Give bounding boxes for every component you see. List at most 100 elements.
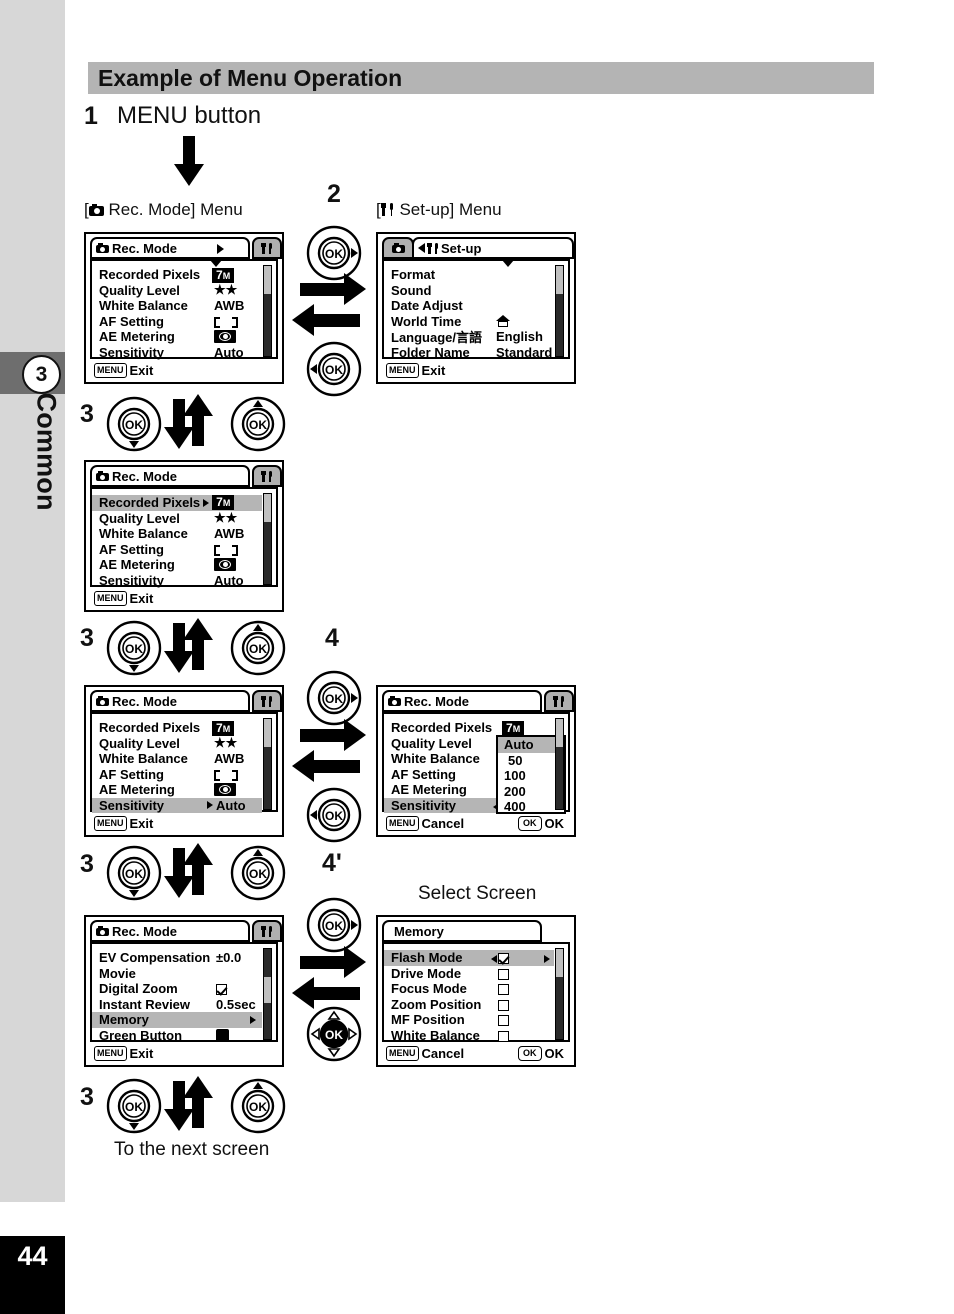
tab-setup[interactable]: Set-up: [412, 237, 574, 259]
tab-rec-mode[interactable]: Rec. Mode: [90, 920, 250, 942]
controller-up-2[interactable]: OK: [230, 620, 286, 681]
menu-row[interactable]: Quality Level ★★: [92, 510, 276, 527]
menu-row[interactable]: Focus Mode: [384, 981, 568, 997]
camera-icon: [96, 243, 109, 253]
menu-row[interactable]: AF Setting: [92, 767, 276, 783]
menu-row[interactable]: AF Setting: [92, 542, 276, 558]
section-number: 3: [22, 355, 61, 394]
tab-rec-mode[interactable]: Rec. Mode: [90, 690, 250, 712]
tab-rec-mode[interactable]: Rec. Mode: [90, 465, 250, 487]
tab-setup[interactable]: [252, 690, 282, 712]
camera-icon: [96, 926, 109, 936]
checkbox-icon[interactable]: [498, 1015, 509, 1026]
checkbox-icon[interactable]: [498, 968, 509, 980]
menu-row-selected[interactable]: Flash Mode: [384, 950, 554, 966]
menu-row-selected[interactable]: Sensitivity Auto: [92, 797, 262, 813]
menu-row-selected[interactable]: Recorded Pixels 7M: [92, 495, 262, 511]
tab-row: Rec. Mode: [90, 920, 282, 942]
scrollbar[interactable]: [263, 718, 272, 810]
tab-label: Rec. Mode: [112, 693, 178, 709]
menu-badge: MENU: [386, 362, 419, 378]
menu-row[interactable]: Drive Mode: [384, 966, 568, 982]
checkbox-icon[interactable]: [498, 984, 509, 995]
tab-row: Rec. Mode: [90, 690, 282, 712]
controller-up-1[interactable]: OK: [230, 396, 286, 457]
menu-row[interactable]: Movie: [92, 966, 276, 982]
menu-row[interactable]: MF Position: [384, 1012, 568, 1028]
menu-row[interactable]: Folder Name Standard: [384, 345, 568, 361]
controller-ok-left-1[interactable]: OK: [306, 341, 362, 402]
menu-row[interactable]: AE Metering: [92, 782, 276, 798]
menu-row[interactable]: AF Setting: [92, 314, 276, 330]
scrollbar[interactable]: [555, 948, 564, 1040]
menu-row-label: Drive Mode: [391, 965, 462, 981]
menu-row[interactable]: Language/言語 English: [384, 329, 568, 345]
menu-row[interactable]: White Balance AWB: [92, 298, 276, 314]
scrollbar[interactable]: [263, 493, 272, 585]
green-button-icon: [216, 1028, 229, 1042]
menu-row[interactable]: Quality Level ★★: [92, 735, 276, 752]
step-1-label: MENU button: [117, 102, 262, 129]
scrollbar[interactable]: [263, 948, 272, 1040]
menu-row[interactable]: Format: [384, 267, 568, 283]
menu-row[interactable]: Sound: [384, 283, 568, 299]
controller-down-3[interactable]: OK: [106, 845, 162, 906]
step-number-3-d: 3: [80, 1083, 94, 1111]
menu-row[interactable]: Green Button: [92, 1028, 276, 1044]
menu-row[interactable]: White Balance: [384, 1028, 568, 1044]
controller-up-3[interactable]: OK: [230, 845, 286, 906]
menu-row[interactable]: Sensitivity Auto: [92, 345, 276, 361]
menu-row[interactable]: Quality Level ★★: [92, 282, 276, 299]
menu-row[interactable]: AE Metering: [92, 557, 276, 573]
footer-label: Exit: [129, 815, 154, 831]
controller-down-4[interactable]: OK: [106, 1078, 162, 1139]
wrench-icon: [261, 242, 273, 254]
wrench-icon: [261, 470, 273, 482]
recorded-pixels-value: 7M: [212, 267, 235, 283]
menu-row[interactable]: Digital Zoom: [92, 981, 276, 997]
menu-row[interactable]: Recorded Pixels 7M: [92, 720, 276, 736]
menu-row-label: EV Compensation: [99, 950, 211, 966]
menu-row[interactable]: EV Compensation ±0.0: [92, 950, 276, 966]
tab-setup[interactable]: [252, 465, 282, 487]
controller-4way[interactable]: OK: [306, 1006, 362, 1067]
svg-text:OK: OK: [249, 418, 267, 432]
checkbox-icon[interactable]: [498, 999, 509, 1011]
menu-row-label: Date Adjust: [391, 298, 463, 314]
svg-text:OK: OK: [125, 1100, 143, 1114]
menu-row[interactable]: Date Adjust: [384, 298, 568, 314]
menu-row[interactable]: Recorded Pixels 7M: [384, 720, 568, 736]
tab-rec-mode[interactable]: Rec. Mode: [382, 690, 542, 712]
checkbox-icon[interactable]: [498, 1030, 509, 1042]
menu-row-label: AF Setting: [99, 766, 164, 782]
menu-row[interactable]: AE Metering: [92, 329, 276, 345]
svg-text:OK: OK: [249, 867, 267, 881]
tab-rec-mode[interactable]: Rec. Mode: [90, 237, 250, 259]
scrollbar[interactable]: [555, 718, 564, 810]
menu-row-selected[interactable]: Memory: [92, 1012, 262, 1028]
menu-row-label: Quality Level: [99, 510, 180, 526]
tab-memory[interactable]: Memory: [382, 920, 542, 942]
menu-row-label: Instant Review: [99, 996, 191, 1012]
scrollbar[interactable]: [555, 265, 564, 357]
menu-row[interactable]: White Balance AWB: [92, 526, 276, 542]
menu-row[interactable]: White Balance AWB: [92, 751, 276, 767]
screen-rec-mode-1: Rec. Mode Recorded Pixels 7M Quality Lev…: [84, 232, 284, 384]
camera-icon: [96, 696, 109, 706]
menu-row[interactable]: Sensitivity Auto: [92, 573, 276, 589]
menu-row[interactable]: Recorded Pixels 7M: [92, 267, 276, 283]
scrollbar[interactable]: [263, 265, 272, 357]
controller-up-4[interactable]: OK: [230, 1078, 286, 1139]
controller-ok-left-2[interactable]: OK: [306, 787, 362, 848]
tab-setup[interactable]: [252, 920, 282, 942]
menu-row[interactable]: Zoom Position: [384, 997, 568, 1013]
tab-setup[interactable]: [544, 690, 574, 712]
tab-rec-mode[interactable]: [382, 237, 414, 259]
controller-down-1[interactable]: OK: [106, 396, 162, 457]
tab-setup[interactable]: [252, 237, 282, 259]
menu-row-label: Sensitivity: [99, 797, 165, 813]
controller-down-2[interactable]: OK: [106, 620, 162, 681]
checkbox-checked-icon[interactable]: [498, 953, 509, 964]
menu-row[interactable]: Instant Review 0.5sec: [92, 997, 276, 1013]
ev-compensation-value: ±0.0: [216, 950, 242, 966]
